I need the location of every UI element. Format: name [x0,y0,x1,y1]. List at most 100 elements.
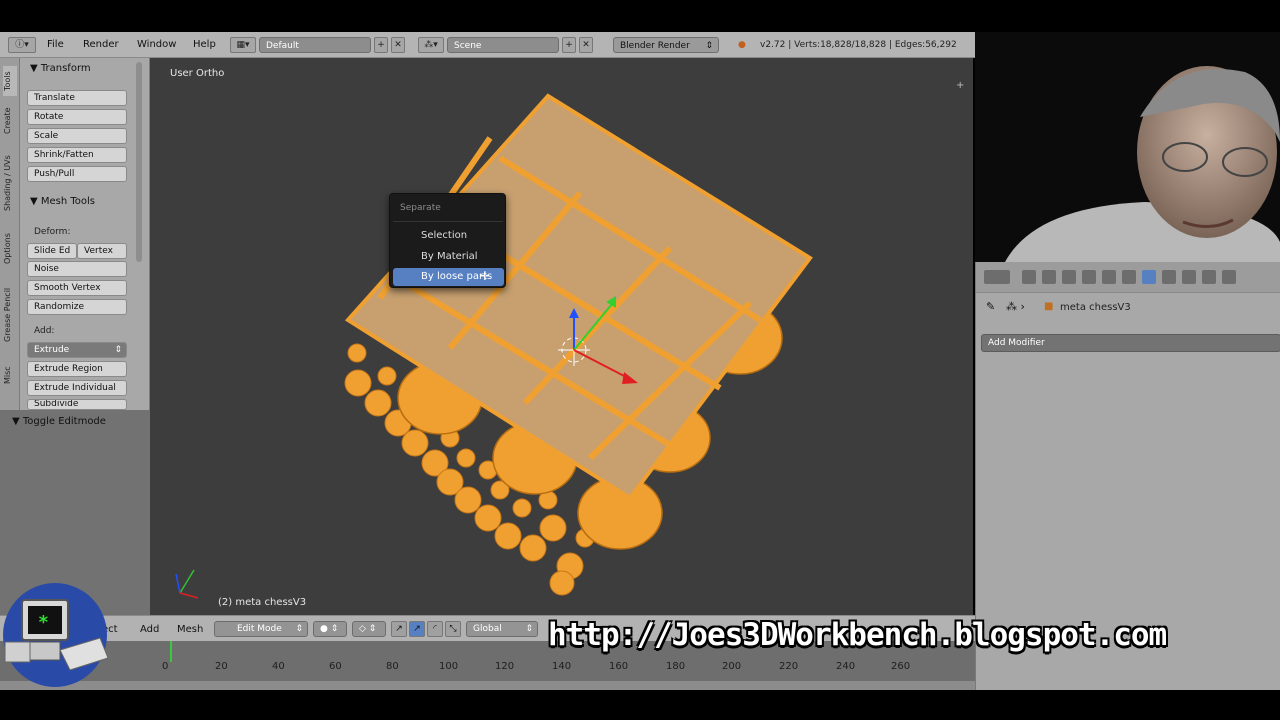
menu-mesh[interactable]: Mesh [177,624,203,635]
menu-window[interactable]: Window [137,39,176,50]
current-frame-marker[interactable] [170,641,172,662]
extrude-dropdown[interactable]: Extrude ⇕ [27,342,127,358]
dropdown-arrow-icon: ⇕ [114,345,122,355]
toggle-editmode-label: Toggle Editmode [22,416,106,427]
channel-logo: * [3,583,109,687]
mode-label: Edit Mode [237,624,282,634]
slide-vertex-button[interactable]: Vertex [77,243,127,259]
scene-field[interactable]: Scene [447,37,559,53]
add-scene-button[interactable]: + [562,37,576,53]
noise-button[interactable]: Noise [27,261,127,277]
popup-divider [393,221,503,222]
separate-popup-menu: Separate Selection By Material By loose … [389,193,506,288]
pin-icon[interactable]: ✎ [986,300,995,313]
dropdown-arrow-icon: ⇕ [705,41,713,51]
transform-orientation-select[interactable]: Global ⇕ [466,621,538,637]
screen-layout-icon[interactable]: ▦▾ [230,37,256,53]
presenter-video [975,32,1280,262]
physics-tab-icon[interactable] [1222,270,1236,284]
dropdown-arrow-icon: ⇕ [525,624,533,634]
tab-shading-uvs[interactable]: Shading / UVs [3,148,17,218]
menu-help[interactable]: Help [193,39,216,50]
popup-title: Separate [400,203,441,213]
object-tab-icon[interactable] [1102,270,1116,284]
transform-header-label: Transform [40,63,91,74]
transform-panel-header[interactable]: ▼ Transform [30,63,91,74]
shrink-fatten-button[interactable]: Shrink/Fatten [27,147,127,163]
remove-layout-button[interactable]: ✕ [391,37,405,53]
dropdown-arrow-icon: ⇕ [295,624,303,634]
slide-edge-button[interactable]: Slide Ed [27,243,77,259]
tool-shelf-scrollbar[interactable] [136,62,142,262]
tick-label: 160 [609,661,629,672]
separate-selection-item[interactable]: Selection [393,227,504,245]
randomize-button[interactable]: Randomize [27,299,127,315]
mouse-cursor-icon: ✛ [480,269,491,283]
screen-layout-field[interactable]: Default [259,37,371,53]
constraints-tab-icon[interactable] [1122,270,1136,284]
tab-misc[interactable]: Misc [3,360,17,390]
object-name-breadcrumb: meta chessV3 [1060,302,1131,313]
mesh-tools-header-label: Mesh Tools [40,196,96,207]
tab-grease-pencil[interactable]: Grease Pencil [3,278,17,352]
menu-file[interactable]: File [47,39,64,50]
translate-manipulator-icon[interactable]: ↗ [409,621,425,637]
material-tab-icon[interactable] [1182,270,1196,284]
manipulator-toggle-icon[interactable]: ↗ [391,621,407,637]
scene-statistics: v2.72 | Verts:18,828/18,828 | Edges:56,2… [760,40,957,50]
pivot-point-select[interactable]: ◇ ⇕ [352,621,386,637]
add-modifier-dropdown[interactable]: Add Modifier [981,334,1280,352]
world-tab-icon[interactable] [1082,270,1096,284]
editor-type-icon[interactable] [984,270,1010,284]
deform-label: Deform: [34,227,71,237]
add-layout-button[interactable]: + [374,37,388,53]
scale-manipulator-icon[interactable]: ⤡ [445,621,461,637]
extrude-region-button[interactable]: Extrude Region [27,361,127,377]
tick-label: 180 [666,661,686,672]
tool-shelf: ▼ Transform Translate Rotate Scale Shrin… [20,58,150,410]
rotate-manipulator-icon[interactable]: ◜ [427,621,443,637]
editor-type-button[interactable]: ⓘ▾ [8,37,36,53]
texture-tab-icon[interactable] [1202,270,1216,284]
toggle-editmode-header[interactable]: ▼ Toggle Editmode [12,416,106,427]
axis-widget [175,569,199,599]
tick-label: 60 [329,661,342,672]
viewport-shading-select[interactable]: ● ⇕ [313,621,347,637]
render-engine-select[interactable]: Blender Render ⇕ [613,37,719,53]
scene-tab-icon[interactable] [1062,270,1076,284]
tab-options[interactable]: Options [3,226,17,272]
menu-add[interactable]: Add [140,624,159,635]
smooth-vertex-button[interactable]: Smooth Vertex [27,280,127,296]
remove-scene-button[interactable]: ✕ [579,37,593,53]
render-engine-label: Blender Render [620,41,690,51]
extrude-individual-button[interactable]: Extrude Individual [27,380,127,396]
tab-create[interactable]: Create [3,103,17,139]
separate-by-material-item[interactable]: By Material [393,248,504,266]
push-pull-button[interactable]: Push/Pull [27,166,127,182]
scene-icon[interactable]: ⁂▾ [418,37,444,53]
render-layers-tab-icon[interactable] [1042,270,1056,284]
webcam-overlay [975,32,1280,262]
rotate-button[interactable]: Rotate [27,109,127,125]
modifiers-tab-icon[interactable] [1142,270,1156,284]
render-tab-icon[interactable] [1022,270,1036,284]
tick-label: 140 [552,661,572,672]
timeline-header [0,681,975,690]
tool-shelf-tabs: Tools Create Shading / UVs Options Greas… [0,58,20,410]
mode-select[interactable]: Edit Mode ⇕ [214,621,308,637]
tick-label: 40 [272,661,285,672]
orientation-label: Global [473,624,502,634]
tick-label: 220 [779,661,799,672]
data-tab-icon[interactable] [1162,270,1176,284]
mesh-tools-panel-header[interactable]: ▼ Mesh Tools [30,196,95,207]
3d-viewport[interactable]: User Ortho + (2) meta chessV3 [150,58,973,615]
blog-url-banner[interactable]: http://Joes3DWorkbench.blogspot.com [548,617,1167,653]
tab-tools[interactable]: Tools [3,66,17,96]
menu-render[interactable]: Render [83,39,119,50]
translate-button[interactable]: Translate [27,90,127,106]
subdivide-button[interactable]: Subdivide [27,399,127,410]
properties-header [976,262,1280,293]
tick-label: 260 [891,661,911,672]
scale-button[interactable]: Scale [27,128,127,144]
tick-label: 0 [162,661,169,672]
